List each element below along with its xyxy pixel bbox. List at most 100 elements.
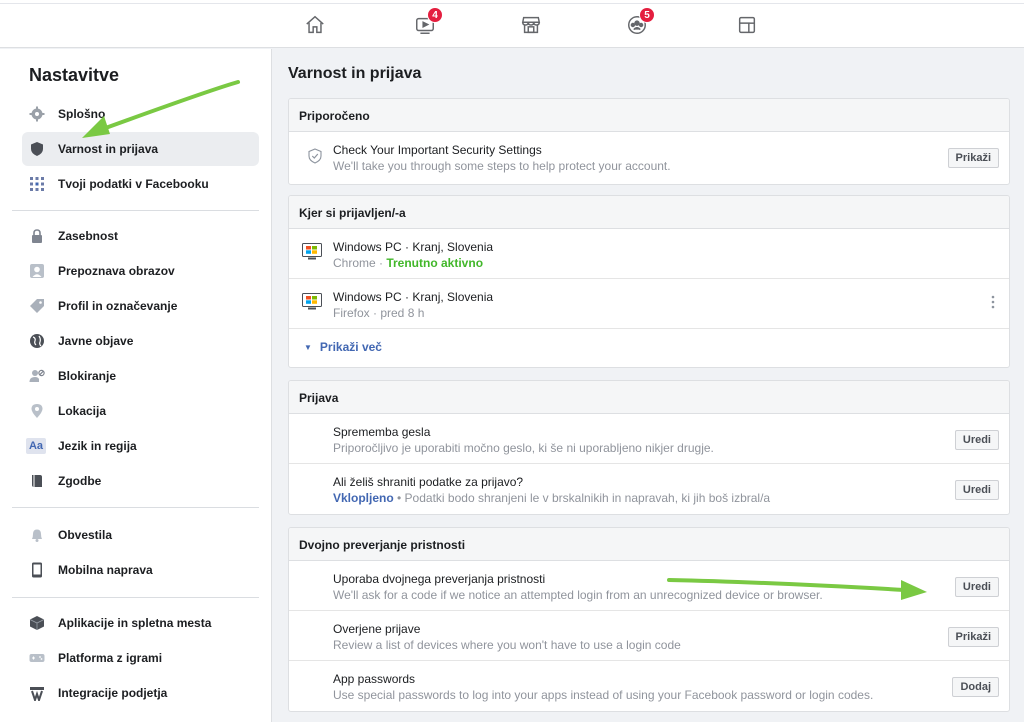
sidebar-item-label: Aplikacije in spletna mesta [58,616,212,630]
edit-button[interactable]: Uredi [954,430,999,450]
card-header: Priporočeno [289,99,1009,132]
sidebar-item-games[interactable]: Platforma z igrami [22,641,259,675]
sidebar-item-label: Blokiranje [58,369,117,383]
sidebar-item-label: Jezik in regija [58,439,137,453]
sessions-card: Kjer si prijavljen/-a Windows PC · Kranj… [288,195,1010,368]
session-row[interactable]: Windows PC · Kranj, Slovenia Chrome · Tr… [289,229,1009,279]
session-browser: Firefox · pred 8 h [333,306,425,320]
sidebar-item-mobile[interactable]: Mobilna naprava [22,553,259,587]
sidebar-item-label: Zgodbe [58,474,102,488]
groups-icon[interactable]: 5 [626,7,655,38]
sidebar-item-label: Zasebnost [58,229,119,243]
sidebar-item-label: Integracije podjetja [58,686,168,700]
session-browser-name: Chrome · [333,256,387,270]
sidebar-divider [12,210,259,211]
change-password-row[interactable]: Sprememba gesla Priporočljivo je uporabi… [289,414,1009,464]
sidebar-item-label: Varnost in prijava [58,142,159,156]
show-button[interactable]: Prikaži [947,627,999,647]
show-more-link[interactable]: ▼ Prikaži več [304,340,382,354]
top-navigation: 4 5 [0,0,1024,48]
grid-icon [30,177,44,191]
app-passwords-row[interactable]: App passwords Use special passwords to l… [289,661,1009,711]
sidebar-item-stories[interactable]: Zgodbe [22,464,259,498]
login-card: Prijava Sprememba gesla Priporočljivo je… [288,380,1010,515]
row-description: Review a list of devices where you won't… [333,638,681,652]
row-title: App passwords [333,672,416,686]
row-title: Overjene prijave [333,622,421,636]
authorized-logins-row[interactable]: Overjene prijave Review a list of device… [289,611,1009,661]
sidebar-item-face-recognition[interactable]: Prepoznava obrazov [22,254,259,288]
sidebar-item-location[interactable]: Lokacija [22,394,259,428]
recommended-card: Priporočeno Check Your Important Securit… [288,98,1010,185]
save-login-row[interactable]: Ali želiš shraniti podatke za prijavo? V… [289,464,1009,514]
sidebar-item-language-region[interactable]: Aa Jezik in regija [22,429,259,463]
sidebar-item-blocking[interactable]: Blokiranje [22,359,259,393]
sidebar-item-label: Tvoji podatki v Facebooku [58,177,209,191]
row-description: We'll take you through some steps to hel… [333,159,671,173]
sidebar-item-label: Mobilna naprava [58,563,153,577]
groups-badge: 5 [639,7,655,23]
edit-button[interactable]: Uredi [954,577,999,597]
session-device: Windows PC · Kranj, Slovenia [333,290,494,304]
enabled-status: Vklopljeno [333,491,394,505]
home-icon[interactable] [304,14,328,38]
integrations-icon [30,687,44,701]
two-factor-card: Dvojno preverjanje pristnosti Uporaba dv… [288,527,1010,712]
two-factor-row[interactable]: Uporaba dvojnega preverjanja pristnosti … [289,561,1009,611]
security-checkup-row[interactable]: Check Your Important Security Settings W… [289,132,1009,184]
row-description: Vklopljeno • Podatki bodo shranjeni le v… [333,491,770,505]
sidebar-item-label: Obvestila [58,528,113,542]
sidebar-item-profile-tagging[interactable]: Profil in označevanje [22,289,259,323]
sidebar-item-label: Javne objave [58,334,134,348]
gamepad-icon [29,654,45,662]
sidebar-item-privacy[interactable]: Zasebnost [22,219,259,253]
windows-pc-icon [302,243,322,260]
sidebar-item-notifications[interactable]: Obvestila [22,518,259,552]
edit-button[interactable]: Uredi [954,480,999,500]
globe-icon [30,334,44,348]
gear-icon [29,106,45,122]
more-options-icon[interactable] [991,294,995,310]
sidebar-item-security[interactable]: Varnost in prijava [22,132,259,166]
session-row[interactable]: Windows PC · Kranj, Slovenia Firefox · p… [289,279,1009,329]
session-active-status: Trenutno aktivno [386,256,484,270]
watch-icon[interactable]: 4 [414,7,443,38]
phone-icon [32,562,42,578]
sidebar-item-general[interactable]: Splošno [22,97,259,131]
show-button[interactable]: Prikaži [947,148,999,168]
sidebar-item-label: Profil in označevanje [58,299,178,313]
windows-pc-icon [302,293,322,310]
session-device: Windows PC · Kranj, Slovenia [333,240,494,254]
location-pin-icon [31,404,43,418]
caret-down-icon: ▼ [304,343,312,352]
face-icon [30,264,44,278]
marketplace-icon[interactable] [520,14,544,38]
shield-icon [31,142,43,156]
cube-icon [29,616,45,630]
session-browser: Chrome · Trenutno aktivno [333,256,483,270]
sidebar-divider [12,507,259,508]
row-description: We'll ask for a code if we notice an att… [333,588,823,602]
sidebar-title: Nastavitve [29,65,120,85]
shield-check-icon [308,148,322,164]
language-icon: Aa [26,438,46,454]
card-header: Prijava [289,381,1009,414]
sidebar-item-business-integrations[interactable]: Integracije podjetja [22,676,259,710]
sidebar-item-apps-websites[interactable]: Aplikacije in spletna mesta [22,606,259,640]
row-description-text: • Podatki bodo shranjeni le v brskalniki… [393,491,771,505]
page-title: Varnost in prijava [288,65,422,82]
settings-sidebar: Nastavitve Splošno Varnost in prijava Tv… [0,49,272,722]
sidebar-item-public-posts[interactable]: Javne objave [22,324,259,358]
sidebar-item-label: Lokacija [58,404,107,418]
bell-icon [32,529,42,542]
row-title: Ali želiš shraniti podatke za prijavo? [333,475,524,489]
row-title: Uporaba dvojnega preverjanja pristnosti [333,572,546,586]
row-title: Check Your Important Security Settings [333,143,542,157]
sidebar-divider [12,597,259,598]
gaming-icon[interactable] [736,14,760,38]
sidebar-item-label: Platforma z igrami [58,651,163,665]
tag-icon [30,299,44,313]
sidebar-item-your-data[interactable]: Tvoji podatki v Facebooku [22,167,259,201]
add-button[interactable]: Dodaj [952,677,999,697]
book-icon [32,475,42,487]
